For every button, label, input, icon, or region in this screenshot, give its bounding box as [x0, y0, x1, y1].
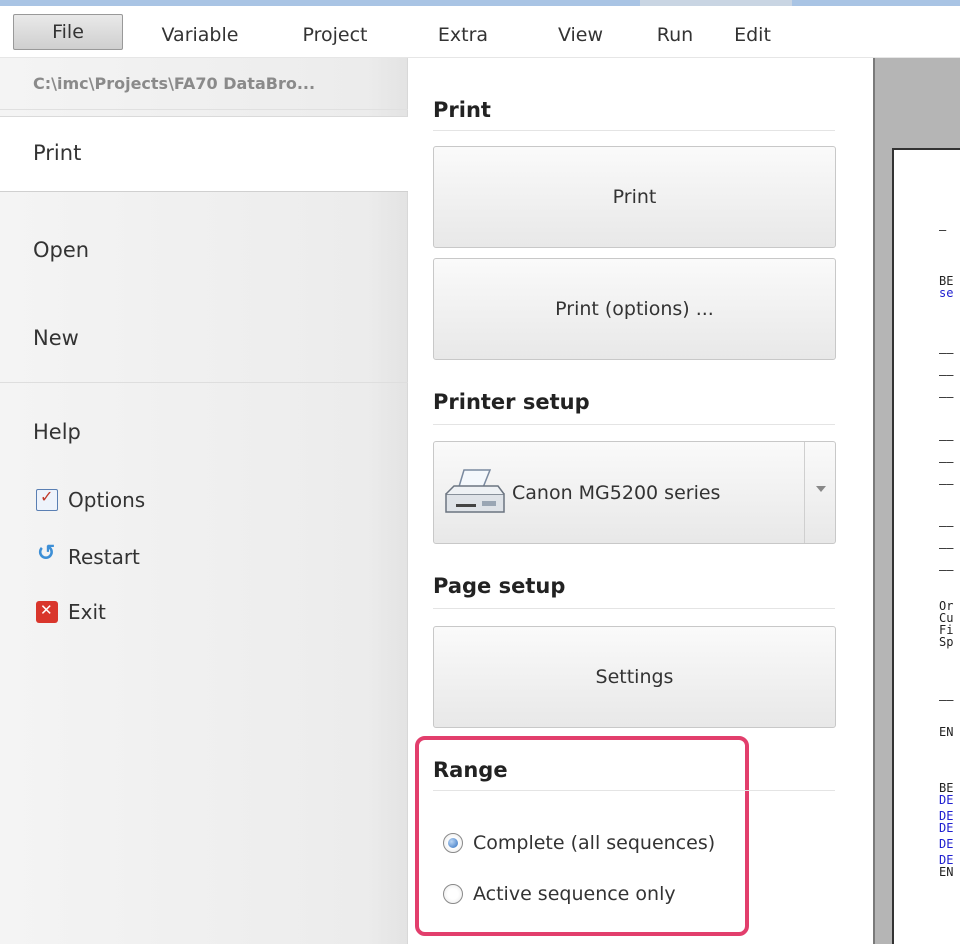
- range-title: Range: [433, 758, 508, 782]
- sidebar-item-exit[interactable]: Exit: [36, 600, 106, 624]
- print-options-button-label: Print (options) ...: [555, 298, 714, 320]
- menu-bar: File Variable Project Extra View Run Edi…: [0, 0, 960, 58]
- radio-button-active[interactable]: [443, 884, 463, 904]
- print-preview-pane[interactable]: — BE se —— —— —— —— —— —— —— —— —— Or Cu…: [873, 58, 960, 944]
- range-option-complete[interactable]: Complete (all sequences): [443, 832, 715, 854]
- settings-button[interactable]: Settings: [433, 626, 836, 728]
- preview-line: ——: [939, 346, 954, 360]
- printer-setup-divider: [433, 424, 835, 425]
- sidebar-item-print[interactable]: Print: [0, 116, 408, 192]
- preview-line: EN: [939, 725, 954, 739]
- sidebar-item-help[interactable]: Help: [33, 420, 81, 444]
- preview-line: DE: [939, 793, 954, 807]
- menu-variable[interactable]: Variable: [150, 20, 250, 50]
- sidebar-divider: [0, 382, 408, 383]
- sidebar-item-open[interactable]: Open: [33, 238, 89, 262]
- preview-page: — BE se —— —— —— —— —— —— —— —— —— Or Cu…: [892, 148, 960, 944]
- preview-line: EN: [939, 865, 954, 879]
- settings-button-label: Settings: [595, 666, 674, 688]
- menu-extra[interactable]: Extra: [428, 20, 498, 50]
- print-section-title: Print: [433, 98, 491, 122]
- radio-button-complete[interactable]: [443, 833, 463, 853]
- preview-line: ——: [939, 477, 954, 491]
- menu-file[interactable]: File: [13, 14, 123, 50]
- printer-icon: [445, 469, 505, 513]
- sidebar-item-options[interactable]: Options: [36, 487, 146, 512]
- preview-line: —: [939, 223, 947, 237]
- sidebar-item-restart[interactable]: Restart: [36, 541, 140, 569]
- page-setup-divider: [433, 608, 835, 609]
- printer-setup-title: Printer setup: [433, 390, 590, 414]
- backstage-sidebar: C:\imc\Projects\FA70 DataBro... Print Op…: [0, 58, 408, 944]
- printer-dropdown-button[interactable]: [804, 442, 836, 543]
- preview-line: DE: [939, 837, 954, 851]
- print-section-divider: [433, 130, 835, 131]
- preview-line: ——: [939, 455, 954, 469]
- preview-line: ——: [939, 519, 954, 533]
- chevron-down-icon: [816, 486, 826, 492]
- print-button-label: Print: [612, 186, 657, 208]
- preview-line: DE: [939, 821, 954, 835]
- print-button[interactable]: Print: [433, 146, 836, 248]
- sidebar-item-options-label: Options: [68, 488, 146, 512]
- sidebar-item-new[interactable]: New: [33, 326, 79, 350]
- menu-project[interactable]: Project: [290, 20, 380, 50]
- print-options-button[interactable]: Print (options) ...: [433, 258, 836, 360]
- preview-line: Sp: [939, 635, 954, 649]
- range-option-active[interactable]: Active sequence only: [443, 883, 676, 905]
- title-strip: [0, 0, 960, 6]
- preview-line: ——: [939, 390, 954, 404]
- printer-select[interactable]: Canon MG5200 series: [433, 441, 836, 544]
- sidebar-item-print-label: Print: [33, 141, 82, 165]
- preview-line: ——: [939, 368, 954, 382]
- preview-line: se: [939, 286, 954, 300]
- exit-icon: [36, 601, 58, 623]
- preview-line: ——: [939, 433, 954, 447]
- preview-line: ——: [939, 693, 954, 707]
- preview-line: ——: [939, 563, 954, 577]
- menu-run[interactable]: Run: [650, 20, 700, 50]
- options-icon: [36, 487, 58, 511]
- restart-icon: [36, 541, 58, 568]
- sidebar-item-restart-label: Restart: [68, 545, 140, 569]
- menu-edit[interactable]: Edit: [725, 20, 780, 50]
- title-strip-highlight: [640, 0, 792, 6]
- printer-name: Canon MG5200 series: [512, 482, 721, 504]
- range-divider: [433, 790, 835, 791]
- range-option-active-label: Active sequence only: [473, 883, 676, 905]
- path-divider: [0, 109, 408, 110]
- preview-line: ——: [939, 541, 954, 555]
- sidebar-item-exit-label: Exit: [68, 600, 106, 624]
- menu-view[interactable]: View: [548, 20, 613, 50]
- range-option-complete-label: Complete (all sequences): [473, 832, 716, 854]
- page-setup-title: Page setup: [433, 574, 566, 598]
- project-path: C:\imc\Projects\FA70 DataBro...: [33, 74, 316, 93]
